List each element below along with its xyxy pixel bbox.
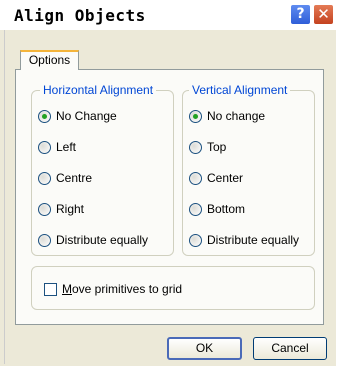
ok-button[interactable]: OK: [167, 337, 242, 360]
vertical-alignment-label: Vertical Alignment: [189, 83, 291, 97]
radio-label: No change: [207, 109, 266, 123]
radio-label: Distribute equally: [56, 233, 149, 247]
checkbox-label: Move primitives to grid: [62, 282, 182, 296]
window-title: Align Objects: [14, 6, 146, 25]
radio-label: Top: [207, 140, 227, 154]
radio-icon: [189, 140, 202, 154]
radio-selected-icon: [38, 109, 51, 123]
radio-icon: [38, 233, 51, 247]
horizontal-alignment-label: Horizontal Alignment: [40, 83, 157, 97]
options-tab-panel: Horizontal Alignment No Change Left Cent…: [15, 69, 324, 325]
radio-icon: [38, 140, 51, 154]
radio-h-no-change[interactable]: No Change: [38, 108, 117, 124]
radio-icon: [189, 233, 202, 247]
radio-v-bottom[interactable]: Bottom: [189, 201, 245, 217]
radio-label: Center: [207, 171, 244, 185]
close-button[interactable]: ✕: [313, 4, 334, 25]
move-to-grid-checkbox[interactable]: Move primitives to grid: [44, 281, 182, 297]
radio-v-no-change[interactable]: No change: [189, 108, 265, 124]
radio-v-distribute[interactable]: Distribute equally: [189, 232, 299, 248]
radio-h-centre[interactable]: Centre: [38, 170, 92, 186]
mnemonic: M: [62, 282, 72, 296]
radio-h-distribute[interactable]: Distribute equally: [38, 232, 148, 248]
help-button[interactable]: ?: [290, 4, 311, 25]
radio-label: Left: [56, 140, 77, 154]
radio-v-center[interactable]: Center: [189, 170, 243, 186]
align-objects-dialog: Align Objects ? ✕ Horizontal Alignment N…: [0, 0, 340, 366]
horizontal-alignment-group: Horizontal Alignment No Change Left Cent…: [31, 83, 174, 256]
vertical-alignment-group: Vertical Alignment No change Top Center …: [182, 83, 315, 256]
radio-v-top[interactable]: Top: [189, 139, 226, 155]
help-icon: ?: [296, 6, 305, 22]
radio-h-right[interactable]: Right: [38, 201, 84, 217]
tab-options[interactable]: Options: [20, 50, 79, 70]
radio-label: Distribute equally: [207, 233, 300, 247]
radio-label: Right: [56, 202, 85, 216]
radio-icon: [38, 202, 51, 216]
checkbox-icon: [44, 282, 57, 296]
radio-icon: [38, 171, 51, 185]
radio-label: Centre: [56, 171, 93, 185]
grid-option-group: Move primitives to grid: [31, 266, 315, 310]
cancel-button[interactable]: Cancel: [253, 337, 327, 360]
radio-h-left[interactable]: Left: [38, 139, 76, 155]
radio-icon: [189, 202, 202, 216]
checkbox-label-rest: ove primitives to grid: [72, 282, 183, 296]
radio-label: No Change: [56, 109, 117, 123]
radio-selected-icon: [189, 109, 202, 123]
radio-icon: [189, 171, 202, 185]
close-icon: ✕: [317, 5, 330, 23]
title-bar[interactable]: Align Objects ? ✕: [0, 0, 340, 30]
radio-label: Bottom: [207, 202, 246, 216]
